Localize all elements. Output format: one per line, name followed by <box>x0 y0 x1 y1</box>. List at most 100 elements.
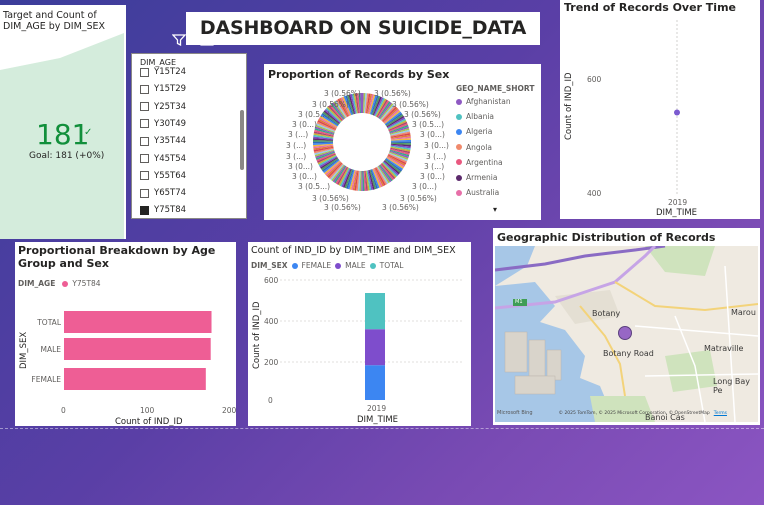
legend-label: Armenia <box>466 173 498 182</box>
legend-more-icon[interactable]: ▾ <box>493 205 497 214</box>
focus-mode-icon[interactable] <box>198 32 216 48</box>
slicer-item-label: Y15T29 <box>154 84 187 95</box>
donut-legend-item[interactable]: Armenia <box>456 173 497 182</box>
bar-y-axis-title: DIM_SEX <box>19 332 29 369</box>
legend-dot <box>456 159 462 166</box>
slicer-item[interactable]: Y45T54 <box>140 151 186 167</box>
legend-dot <box>456 128 462 135</box>
stacked-x-tick: 2019 <box>367 404 386 413</box>
legend-dot <box>456 174 462 181</box>
donut-legend-item[interactable]: Algeria <box>456 127 492 136</box>
donut-data-label: 3 (0.56%) <box>324 203 361 212</box>
donut-legend-item[interactable]: Angola <box>456 143 492 152</box>
slicer-checkbox[interactable] <box>140 67 149 77</box>
donut-data-label: 3 (0.5...) <box>298 110 330 119</box>
map-attribution: Microsoft Bing © 2025 TomTom, © 2025 Mic… <box>497 410 756 416</box>
donut-legend-item[interactable]: Argentina <box>456 158 503 167</box>
slicer-checkbox[interactable] <box>140 119 149 129</box>
slicer-item-label: Y30T49 <box>154 118 187 129</box>
donut-data-label: 3 (0...) <box>424 141 449 150</box>
slicer-item[interactable]: Y15T29 <box>140 81 186 97</box>
slicer-item[interactable]: Y25T34 <box>140 99 186 115</box>
donut-legend-item[interactable]: Australia <box>456 188 499 197</box>
bar-x-axis-title: Count of IND_ID <box>115 417 183 426</box>
legend-label: Angola <box>466 142 492 152</box>
slicer-item-label: Y75T84 <box>154 205 187 216</box>
legend-label: Australia <box>466 188 500 198</box>
kpi-value: 181 <box>36 118 90 151</box>
map-label-long-bay: Long Bay Pe <box>713 377 751 395</box>
slicer-checkbox[interactable] <box>140 102 149 112</box>
map-location-marker[interactable] <box>618 326 632 340</box>
map-view[interactable]: M1 Botany Botany Road Marou Matraville L… <box>495 246 758 422</box>
donut-data-label: 3 (0.56%) <box>382 203 419 212</box>
slicer-scrollbar[interactable] <box>240 110 244 170</box>
stacked-x-axis-title: DIM_TIME <box>357 415 398 425</box>
map-title: Geographic Distribution of Records <box>497 231 716 244</box>
slicer-item-label: Y55T64 <box>154 170 187 181</box>
filter-icon[interactable] <box>170 32 188 48</box>
slicer-checkbox[interactable] <box>140 188 149 198</box>
donut-legend-item[interactable]: Afghanistan <box>456 97 511 106</box>
age-slicer: DIM_AGE Y15T24 Y15T29 Y25T34 Y30T49 Y35T44 Y4… <box>131 53 247 219</box>
trend-chart: 600 400 2019 DIM_TIME Count of IND_ID <box>564 20 697 218</box>
slicer-item[interactable]: Y75T84 <box>140 202 186 218</box>
kpi-title: Target and Count of DIM_AGE by DIM_SEX <box>3 10 106 32</box>
map-terms-link[interactable]: Terms <box>714 411 727 416</box>
slicer-checkbox[interactable] <box>140 154 149 163</box>
kpi-check-icon: ✓ <box>84 127 93 138</box>
trend-y-axis-title: Count of IND_ID <box>564 72 574 140</box>
more-options-icon[interactable]: ··· <box>226 32 244 48</box>
slicer-item-label: Y35T44 <box>154 136 187 147</box>
legend-dot <box>456 189 462 196</box>
slicer-checkbox[interactable] <box>140 171 149 181</box>
slicer-item[interactable]: Y65T74 <box>140 185 186 201</box>
donut-data-label: 3 (...) <box>286 152 306 161</box>
legend-label: Argentina <box>466 157 503 167</box>
bar-chart-card: Proportional Breakdown by Age Group and … <box>15 242 236 426</box>
map-label-botany: Botany <box>592 309 621 318</box>
donut-data-label: 3 (0.56%) <box>400 194 437 203</box>
donut-data-label: 3 (0.56%) <box>374 89 411 98</box>
map-label-botany-road: Botany Road <box>603 349 654 358</box>
visual-toolbar: ··· <box>170 32 244 48</box>
stacked-chart-card: Count of IND_ID by DIM_TIME and DIM_SEX … <box>248 242 471 426</box>
trend-chart-card: Trend of Records Over Time 600 400 2019 … <box>560 0 760 219</box>
donut-data-label: 3 (0.56%) <box>312 194 349 203</box>
stacked-y-tick: 600 <box>264 276 279 285</box>
bar-x-tick: 200 <box>222 406 236 415</box>
stacked-y-tick: 0 <box>268 396 273 405</box>
trend-y-tick: 400 <box>587 189 602 198</box>
map-attribution-text: © 2025 TomTom, © 2025 Microsoft Corporat… <box>558 410 710 416</box>
trend-x-tick: 2019 <box>668 198 687 207</box>
donut-chart-card: Proportion of Records by Sex 3 (0.56%) 3 … <box>264 64 541 220</box>
map-label-maroubra: Marou <box>731 308 756 317</box>
bar-male[interactable] <box>64 338 211 360</box>
slicer-checkbox[interactable] <box>140 205 149 215</box>
donut-data-label: 3 (...) <box>288 130 308 139</box>
map-label-matraville: Matraville <box>704 344 744 353</box>
legend-label: Afghanistan <box>466 97 511 106</box>
bar-category-label: MALE <box>40 345 61 354</box>
slicer-item[interactable]: Y55T64 <box>140 168 186 184</box>
stacked-segment-male[interactable] <box>365 329 385 366</box>
donut-data-label: 3 (...) <box>424 162 444 171</box>
slicer-item[interactable]: Y35T44 <box>140 133 186 149</box>
stacked-segment-total[interactable] <box>365 293 385 330</box>
kpi-goal: Goal: 181 (+0%) <box>29 151 105 161</box>
slicer-item[interactable]: Y15T24 <box>140 64 186 80</box>
legend-dot <box>456 144 462 151</box>
bar-category-label: FEMALE <box>31 375 61 384</box>
map-label-m1: M1 <box>515 299 523 305</box>
slicer-item[interactable]: Y30T49 <box>140 116 186 132</box>
stacked-y-tick: 400 <box>264 317 279 326</box>
donut-data-label: 3 (0...) <box>292 120 317 129</box>
donut-legend-item[interactable]: Albania <box>456 112 494 121</box>
bar-female[interactable] <box>64 368 206 390</box>
slicer-item-label: Y15T24 <box>154 67 187 77</box>
slicer-checkbox[interactable] <box>140 136 149 146</box>
donut-data-label: 3 (0.5...) <box>412 120 444 129</box>
slicer-checkbox[interactable] <box>140 84 149 94</box>
stacked-segment-female[interactable] <box>365 365 385 400</box>
bar-total[interactable] <box>64 311 212 333</box>
